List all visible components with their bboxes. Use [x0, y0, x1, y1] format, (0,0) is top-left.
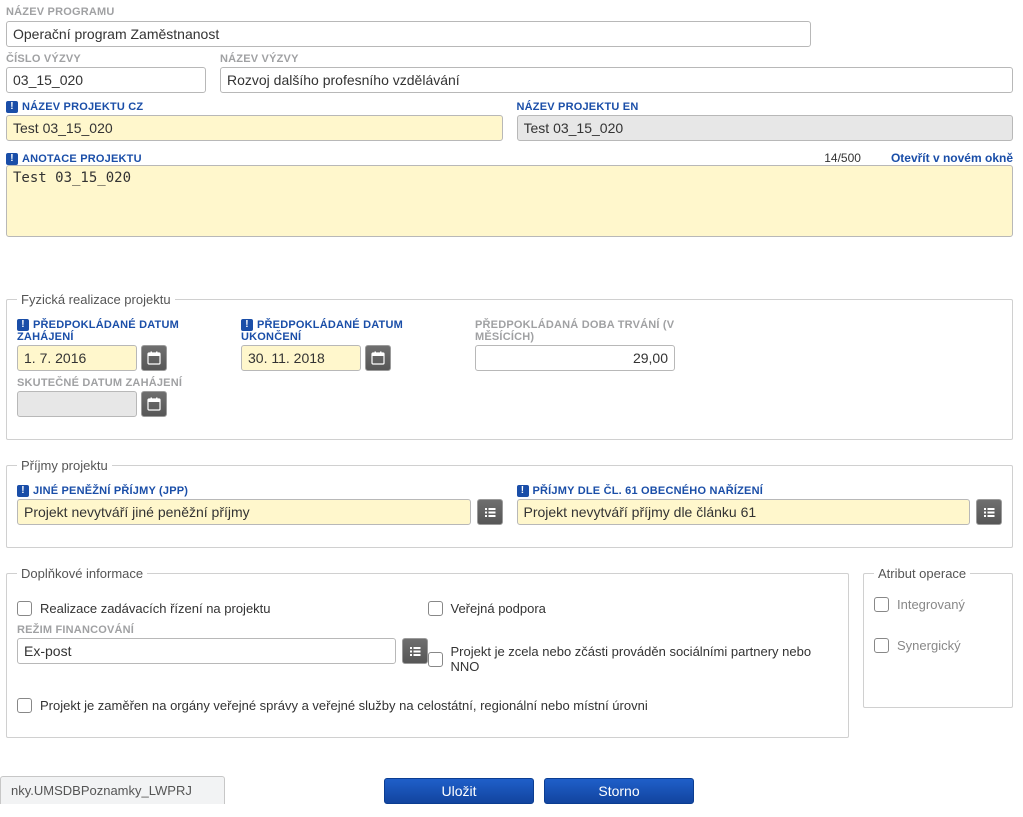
list-icon — [982, 505, 996, 519]
art61-input[interactable] — [517, 499, 971, 525]
integrated-checkbox[interactable] — [874, 597, 889, 612]
program-name-input[interactable] — [6, 21, 811, 47]
call-number-input[interactable] — [6, 67, 206, 93]
public-bodies-checkbox-label: Projekt je zaměřen na orgány veřejné spr… — [40, 698, 648, 713]
calendar-icon-button[interactable] — [141, 345, 167, 371]
required-icon: ! — [17, 485, 29, 497]
integrated-checkbox-label: Integrovaný — [897, 597, 965, 612]
program-name-label: NÁZEV PROGRAMU — [6, 6, 811, 18]
art61-label: !PŘÍJMY DLE ČL. 61 OBECNÉHO NAŘÍZENÍ — [517, 485, 1003, 497]
realization-legend: Fyzická realizace projektu — [17, 292, 175, 307]
calendar-icon-button[interactable] — [141, 391, 167, 417]
social-partners-checkbox[interactable] — [428, 652, 443, 667]
public-support-checkbox[interactable] — [428, 601, 443, 616]
list-picker-button[interactable] — [976, 499, 1002, 525]
financing-mode-input[interactable] — [17, 638, 396, 664]
required-icon: ! — [6, 101, 18, 113]
attribute-fieldset: Atribut operace Integrovaný Synergický — [863, 566, 1013, 708]
extras-legend: Doplňkové informace — [17, 566, 147, 581]
calendar-icon-button[interactable] — [365, 345, 391, 371]
financing-mode-label: REŽIM FINANCOVÁNÍ — [17, 624, 428, 636]
jpp-input[interactable] — [17, 499, 471, 525]
tenders-checkbox[interactable] — [17, 601, 32, 616]
synergic-checkbox[interactable] — [874, 638, 889, 653]
duration-input[interactable] — [475, 345, 675, 371]
planned-start-label: !PŘEDPOKLÁDANÉ DATUM ZAHÁJENÍ — [17, 319, 227, 343]
actual-start-input[interactable] — [17, 391, 137, 417]
save-button[interactable]: Uložit — [384, 778, 534, 804]
call-name-input[interactable] — [220, 67, 1013, 93]
list-picker-button[interactable] — [477, 499, 503, 525]
list-picker-button[interactable] — [402, 638, 428, 664]
planned-end-input[interactable] — [241, 345, 361, 371]
public-bodies-checkbox[interactable] — [17, 698, 32, 713]
required-icon: ! — [17, 319, 29, 331]
public-support-checkbox-label: Veřejná podpora — [451, 601, 546, 616]
calendar-icon — [147, 397, 161, 411]
realization-fieldset: Fyzická realizace projektu !PŘEDPOKLÁDAN… — [6, 292, 1013, 440]
list-icon — [483, 505, 497, 519]
extras-fieldset: Doplňkové informace Realizace zadávacích… — [6, 566, 849, 738]
social-partners-checkbox-label: Projekt je zcela nebo zčásti prováděn so… — [451, 644, 839, 674]
call-name-label: NÁZEV VÝZVY — [220, 53, 1013, 65]
planned-start-input[interactable] — [17, 345, 137, 371]
required-icon: ! — [6, 153, 18, 165]
actual-start-label: SKUTEČNÉ DATUM ZAHÁJENÍ — [17, 377, 227, 389]
income-legend: Příjmy projektu — [17, 458, 112, 473]
planned-end-label: !PŘEDPOKLÁDANÉ DATUM UKONČENÍ — [241, 319, 461, 343]
required-icon: ! — [517, 485, 529, 497]
cancel-button[interactable]: Storno — [544, 778, 694, 804]
annotation-label: !ANOTACE PROJEKTU — [6, 153, 142, 165]
jpp-label: !JINÉ PENĚŽNÍ PŘÍJMY (JPP) — [17, 485, 503, 497]
annotation-textarea[interactable]: Test 03_15_020 — [6, 165, 1013, 237]
synergic-checkbox-label: Synergický — [897, 638, 961, 653]
calendar-icon — [371, 351, 385, 365]
project-name-cz-input[interactable] — [6, 115, 503, 141]
open-in-new-window-link[interactable]: Otevřít v novém okně — [891, 151, 1013, 165]
project-name-cz-label: !NÁZEV PROJEKTU CZ — [6, 101, 503, 113]
attribute-legend: Atribut operace — [874, 566, 970, 581]
income-fieldset: Příjmy projektu !JINÉ PENĚŽNÍ PŘÍJMY (JP… — [6, 458, 1013, 548]
annotation-counter: 14/500 — [824, 151, 861, 165]
project-name-en-label: NÁZEV PROJEKTU EN — [517, 101, 1014, 113]
tenders-checkbox-label: Realizace zadávacích řízení na projektu — [40, 601, 271, 616]
duration-label: PŘEDPOKLÁDANÁ DOBA TRVÁNÍ (V MĚSÍCÍCH) — [475, 319, 735, 343]
list-icon — [408, 644, 422, 658]
project-name-en-input[interactable] — [517, 115, 1014, 141]
call-number-label: ČÍSLO VÝZVY — [6, 53, 206, 65]
calendar-icon — [147, 351, 161, 365]
tab-stub[interactable]: nky.UMSDBPoznamky_LWPRJ — [0, 776, 225, 804]
required-icon: ! — [241, 319, 253, 331]
